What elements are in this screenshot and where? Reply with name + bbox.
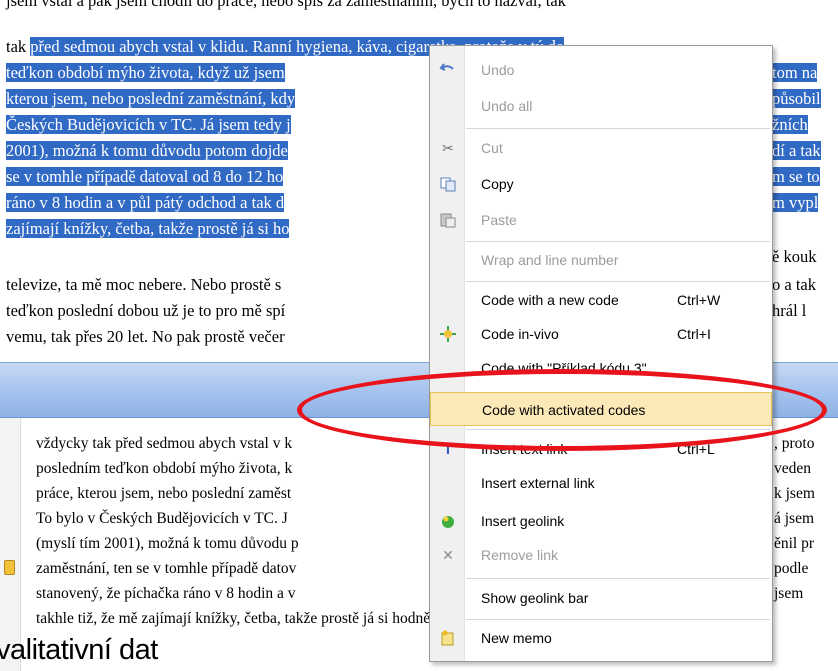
undo-icon: [439, 61, 457, 79]
menu-separator: [466, 429, 770, 430]
selected-text: teďkon období mýho života, když už jsem: [6, 63, 285, 82]
text-line: posledním teďkon období mýho života, k: [36, 460, 293, 477]
menu-item-wrap-line-number[interactable]: Wrap and line number: [430, 243, 772, 277]
menu-item-label: Code with activated codes: [482, 402, 646, 418]
menu-item-label: Show geolink bar: [481, 590, 589, 606]
text-line: televize, ta mě moc nebere. Nebo prostě …: [6, 275, 282, 294]
menu-item-label: New memo: [481, 630, 552, 646]
menu-item-code-activated[interactable]: Code with activated codes: [430, 392, 772, 426]
text-line: Českých Budějovicích v TC. Já jsem tedy …: [6, 112, 291, 137]
menu-item-label: Copy: [481, 176, 514, 192]
text-line: o a tak: [772, 275, 816, 294]
menu-item-new-memo[interactable]: New memo: [430, 621, 772, 655]
copy-icon: [439, 175, 457, 193]
selected-text: kterou jsem, nebo poslední zaměstnání, k…: [6, 89, 296, 108]
text-line: vemu, tak přes 20 let. No pak prostě več…: [6, 327, 285, 346]
selected-text: dí a tak: [772, 141, 821, 160]
text-line: zaměstnání, ten se v tomhle případě dato…: [36, 560, 297, 577]
menu-item-undo-all[interactable]: Undo all: [430, 89, 772, 123]
code-marker-icon[interactable]: [4, 560, 15, 575]
menu-separator: [466, 578, 770, 579]
selected-text: žních: [772, 115, 808, 134]
text-line: podle: [774, 560, 809, 577]
text-line: 2001), možná k tomu důvodu potom dojde: [6, 138, 288, 163]
menu-item-code-with-example[interactable]: Code with "Příklad kódu 3": [430, 351, 772, 385]
menu-item-shortcut: Ctrl+I: [677, 326, 711, 342]
menu-item-shortcut: Ctrl+L: [677, 441, 715, 457]
menu-item-show-geolink-bar[interactable]: Show geolink bar: [430, 581, 772, 615]
text-line: k jsem: [774, 485, 815, 502]
text-line: To bylo v Českých Budějovicích v TC. J: [36, 510, 288, 527]
text-line: vždycky tak před sedmou abych vstal v k: [36, 435, 293, 452]
text-line: jsem: [774, 585, 804, 602]
menu-separator: [466, 619, 770, 620]
menu-item-label: Undo: [481, 62, 515, 78]
selected-text: působil: [772, 89, 821, 108]
geolink-icon: [439, 512, 457, 530]
text-line: stanovený, že píchačka ráno v 8 hodin a …: [36, 585, 296, 602]
menu-item-paste[interactable]: Paste: [430, 203, 772, 237]
selected-text: 2001), možná k tomu důvodu potom dojde: [6, 141, 288, 160]
menu-item-label: Paste: [481, 212, 517, 228]
menu-item-code-in-vivo[interactable]: Code in-vivo Ctrl+I: [430, 317, 772, 351]
menu-item-shortcut: Ctrl+W: [677, 292, 721, 308]
text-line: á jsem: [774, 510, 815, 527]
menu-item-copy[interactable]: Copy: [430, 167, 772, 201]
text-line: kterou jsem, nebo poslední zaměstnání, k…: [6, 86, 296, 111]
text-line: teďkon období mýho života, když už jsem: [6, 60, 285, 85]
text-line: hrál l: [772, 301, 807, 320]
menu-item-label: Code with "Příklad kódu 3": [481, 360, 647, 376]
menu-item-insert-external-link[interactable]: Insert external link: [430, 466, 772, 500]
scissors-icon: ✂: [442, 140, 454, 156]
overlay-caption: valitativní dat: [0, 634, 158, 666]
menu-item-label: Cut: [481, 140, 503, 156]
menu-item-cut[interactable]: ✂ Cut: [430, 131, 772, 165]
menu-item-label: Code in-vivo: [481, 326, 559, 342]
menu-item-code-new[interactable]: Code with a new code Ctrl+W: [430, 283, 772, 317]
menu-separator: [466, 281, 770, 282]
text-line: ěnil pr: [774, 535, 815, 552]
text-line: , proto: [774, 435, 815, 452]
selected-text: tom na: [772, 63, 818, 82]
text-line: teďkon poslední dobou už je to pro mě sp…: [6, 301, 286, 320]
remove-link-icon: ✕: [442, 547, 454, 563]
menu-separator: [466, 241, 770, 242]
text-line: jsem vstal a pak jsem chodil do práce, n…: [6, 0, 566, 10]
text-line: práce, kterou jsem, nebo poslední zaměst: [36, 485, 292, 502]
selected-text: m se to: [772, 167, 820, 186]
selected-text: m vypl: [772, 193, 819, 212]
menu-item-label: Wrap and line number: [481, 252, 619, 268]
menu-item-insert-geolink[interactable]: Insert geolink: [430, 504, 772, 538]
menu-separator: [466, 128, 770, 129]
in-vivo-code-icon: [439, 325, 457, 343]
menu-item-undo[interactable]: Undo: [430, 53, 772, 87]
text-line: ráno v 8 hodin a v půl pátý odchod a tak…: [6, 190, 285, 215]
text-line: ě kouk: [772, 247, 817, 266]
context-menu[interactable]: Undo Undo all ✂ Cut Copy Paste Wrap and …: [429, 45, 773, 662]
text-line: veden: [774, 460, 812, 477]
menu-item-label: Undo all: [481, 98, 533, 114]
menu-item-label: Remove link: [481, 547, 559, 563]
menu-item-label: Insert geolink: [481, 513, 565, 529]
selected-text: ráno v 8 hodin a v půl pátý odchod a tak…: [6, 193, 285, 212]
text-line: zajímají knížky, četba, takže prostě já …: [6, 216, 290, 241]
selected-text: zajímají knížky, četba, takže prostě já …: [6, 219, 290, 238]
selected-text: se v tomhle případě datoval od 8 do 12 h…: [6, 167, 284, 186]
menu-item-label: Insert text link: [481, 441, 568, 457]
text-line: se v tomhle případě datoval od 8 do 12 h…: [6, 164, 284, 189]
text-line: (myslí tím 2001), možná k tomu důvodu p: [36, 535, 299, 552]
menu-item-label: Insert external link: [481, 475, 595, 491]
selected-text: Českých Budějovicích v TC. Já jsem tedy …: [6, 115, 291, 134]
menu-item-insert-text-link[interactable]: I Insert text link Ctrl+L: [430, 432, 772, 466]
text-link-icon: I: [446, 441, 450, 457]
paste-icon: [439, 211, 457, 229]
menu-item-label: Code with a new code: [481, 292, 619, 308]
menu-item-remove-link[interactable]: ✕ Remove link: [430, 538, 772, 572]
memo-icon: [439, 629, 457, 647]
